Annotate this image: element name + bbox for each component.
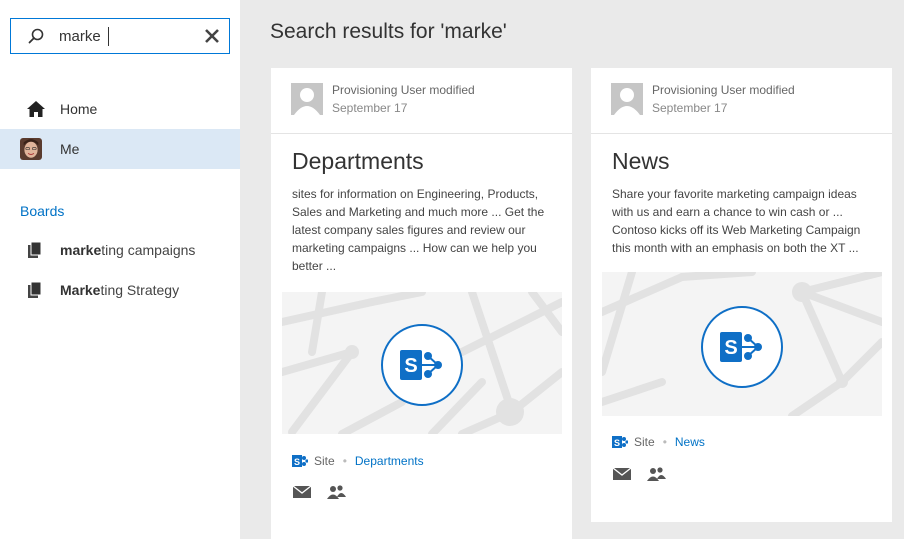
card-actions	[292, 484, 360, 500]
card-header: Provisioning User modified September 17	[271, 68, 572, 134]
nav-item-home[interactable]: Home	[0, 89, 240, 129]
email-icon[interactable]	[612, 466, 632, 482]
result-card[interactable]: Provisioning User modified September 17 …	[271, 68, 572, 539]
sidebar: Home Me Boards marketing campaigns Mar	[0, 0, 240, 539]
sharepoint-icon: S	[292, 455, 308, 467]
modified-date: September 17	[652, 101, 728, 115]
search-icon	[28, 28, 44, 44]
card-header: Provisioning User modified September 17	[591, 68, 892, 134]
svg-text:S: S	[294, 457, 300, 467]
modified-by: Provisioning User modified	[332, 83, 475, 97]
svg-text:S: S	[614, 438, 620, 448]
nav-me-label: Me	[60, 141, 80, 157]
site-link[interactable]: News	[675, 435, 705, 449]
search-box[interactable]	[10, 18, 230, 54]
modified-date: September 17	[332, 101, 408, 115]
card-description: sites for information on Engineering, Pr…	[292, 187, 545, 273]
svg-text:S: S	[724, 337, 737, 359]
site-thumbnail[interactable]: S	[282, 292, 562, 434]
nav-item-me[interactable]: Me	[0, 129, 240, 169]
sharepoint-icon: S	[612, 436, 628, 448]
separator-dot: •	[342, 454, 347, 468]
page-title: Search results for 'marke'	[270, 20, 507, 43]
user-placeholder-icon	[291, 83, 323, 115]
sharepoint-icon: S	[381, 324, 463, 406]
svg-text:S: S	[404, 355, 417, 377]
text-caret	[108, 27, 109, 46]
result-card[interactable]: Provisioning User modified September 17 …	[591, 68, 892, 522]
modified-by: Provisioning User modified	[652, 83, 795, 97]
board-icon	[28, 241, 42, 258]
avatar	[20, 138, 42, 160]
item-type: Site	[634, 435, 655, 449]
board-label: Marketing Strategy	[60, 282, 180, 298]
board-item-marketing-campaigns[interactable]: marketing campaigns	[0, 235, 240, 265]
home-icon	[25, 98, 47, 120]
people-icon[interactable]	[646, 466, 666, 482]
site-thumbnail[interactable]: S	[602, 272, 882, 416]
card-actions	[612, 466, 680, 482]
card-meta: S Site • Departments	[292, 453, 424, 469]
board-item-marketing-strategy[interactable]: Marketing Strategy	[0, 275, 240, 305]
card-title[interactable]: Departments	[292, 148, 424, 175]
board-label: marketing campaigns	[60, 242, 196, 258]
card-title[interactable]: News	[612, 148, 670, 175]
card-meta: S Site • News	[612, 434, 705, 450]
people-icon[interactable]	[326, 484, 346, 500]
boards-heading: Boards	[20, 203, 65, 219]
nav-home-label: Home	[60, 101, 98, 117]
search-input[interactable]	[59, 25, 199, 47]
site-link[interactable]: Departments	[355, 454, 424, 468]
close-icon[interactable]	[203, 27, 221, 45]
user-placeholder-icon	[611, 83, 643, 115]
card-description: Share your favorite marketing campaign i…	[612, 187, 861, 255]
sharepoint-icon: S	[701, 306, 783, 388]
board-icon	[28, 281, 42, 298]
item-type: Site	[314, 454, 335, 468]
email-icon[interactable]	[292, 484, 312, 500]
separator-dot: •	[662, 435, 667, 449]
